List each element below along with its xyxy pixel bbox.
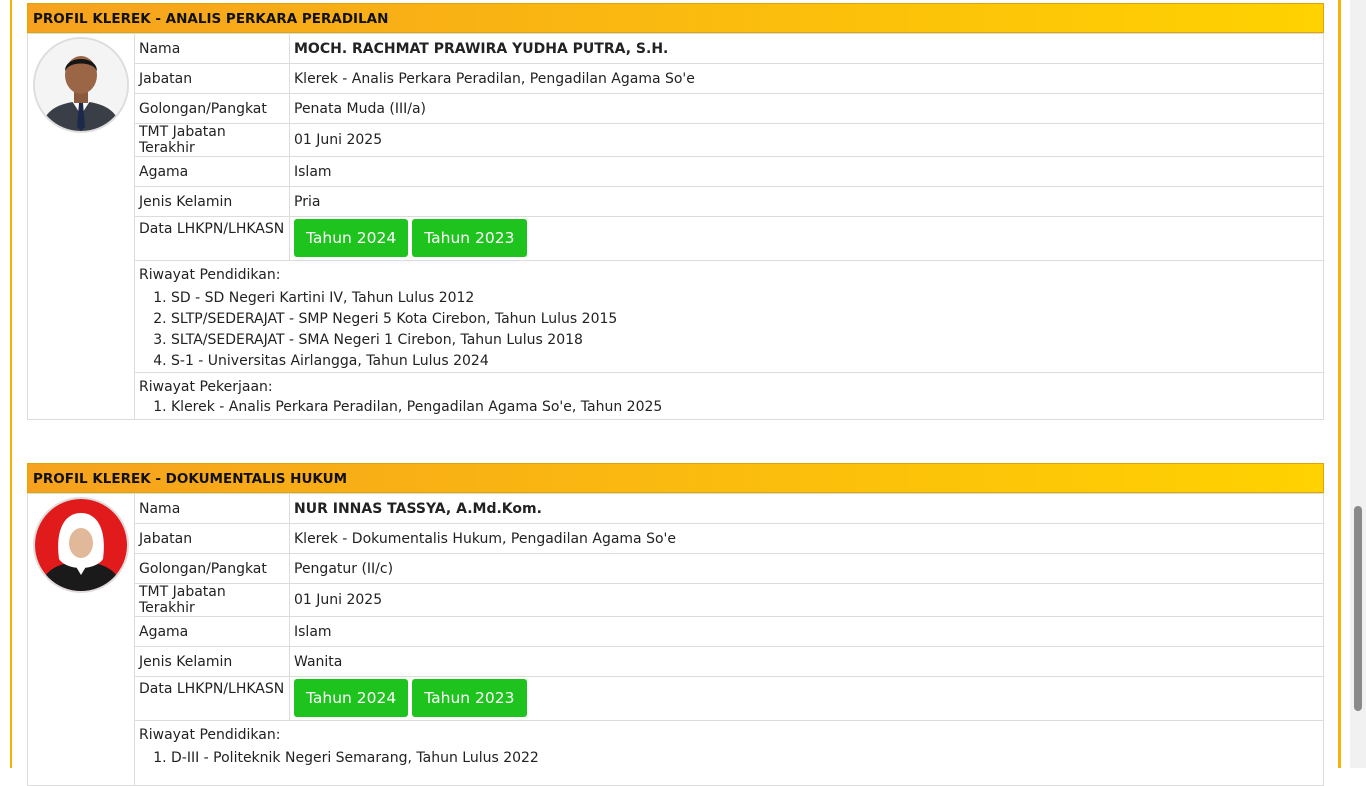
row-golongan: Golongan/Pangkat Penata Muda (III/a) xyxy=(28,93,1324,124)
list-item: SLTP/SEDERAJAT - SMP Negeri 5 Kota Cireb… xyxy=(171,309,1319,330)
label-jenis-kelamin: Jenis Kelamin xyxy=(134,186,290,217)
row-tmt: TMT Jabatan Terakhir 01 Juni 2025 xyxy=(28,583,1324,617)
label-agama: Agama xyxy=(134,616,290,647)
row-lhkpn: Data LHKPN/LHKASN Tahun 2024 Tahun 2023 xyxy=(28,216,1324,261)
list-item: D-III - Politeknik Negeri Semarang, Tahu… xyxy=(171,748,1319,769)
label-golongan: Golongan/Pangkat xyxy=(134,553,290,584)
row-pendidikan: Riwayat Pendidikan: D-III - Politeknik N… xyxy=(28,720,1324,786)
profile-header: PROFIL KLEREK - ANALIS PERKARA PERADILAN xyxy=(27,3,1324,33)
lhkpn-2024-button[interactable]: Tahun 2024 xyxy=(294,679,409,717)
row-agama: Agama Islam xyxy=(28,156,1324,187)
page-frame-left xyxy=(10,0,12,768)
label-agama: Agama xyxy=(134,156,290,187)
value-tmt: 01 Juni 2025 xyxy=(289,123,1324,157)
row-jenis-kelamin: Jenis Kelamin Wanita xyxy=(28,646,1324,677)
photo-cell xyxy=(27,33,135,420)
lhkpn-buttons: Tahun 2024 Tahun 2023 xyxy=(289,216,1324,261)
pendidikan-cell: Riwayat Pendidikan: SD - SD Negeri Karti… xyxy=(134,260,1324,373)
pendidikan-cell: Riwayat Pendidikan: D-III - Politeknik N… xyxy=(134,720,1324,786)
lhkpn-buttons: Tahun 2024 Tahun 2023 xyxy=(289,676,1324,721)
list-item: SLTA/SEDERAJAT - SMA Negeri 1 Cirebon, T… xyxy=(171,330,1319,351)
row-nama: Nama NUR INNAS TASSYA, A.Md.Kom. xyxy=(27,493,1324,786)
lhkpn-2023-button[interactable]: Tahun 2023 xyxy=(412,679,527,717)
pendidikan-title: Riwayat Pendidikan: xyxy=(139,267,281,283)
scrollbar-thumb[interactable] xyxy=(1354,506,1362,711)
row-nama: Nama MOCH. RACHMAT PRAWIRA YUDHA PUTRA, … xyxy=(27,33,1324,420)
person-photo-male-icon xyxy=(33,37,129,133)
pendidikan-list: D-III - Politeknik Negeri Semarang, Tahu… xyxy=(139,748,1319,769)
row-lhkpn: Data LHKPN/LHKASN Tahun 2024 Tahun 2023 xyxy=(28,676,1324,721)
label-jabatan: Jabatan xyxy=(134,63,290,94)
value-golongan: Pengatur (II/c) xyxy=(289,553,1324,584)
value-jabatan: Klerek - Dokumentalis Hukum, Pengadilan … xyxy=(289,523,1324,554)
label-tmt: TMT Jabatan Terakhir xyxy=(134,123,290,157)
pekerjaan-title: Riwayat Pekerjaan: xyxy=(139,379,273,395)
label-lhkpn: Data LHKPN/LHKASN xyxy=(134,216,290,261)
row-pendidikan: Riwayat Pendidikan: SD - SD Negeri Karti… xyxy=(28,260,1324,373)
list-item: SD - SD Negeri Kartini IV, Tahun Lulus 2… xyxy=(171,288,1319,309)
row-tmt: TMT Jabatan Terakhir 01 Juni 2025 xyxy=(28,123,1324,157)
label-jenis-kelamin: Jenis Kelamin xyxy=(134,646,290,677)
lhkpn-2023-button[interactable]: Tahun 2023 xyxy=(412,219,527,257)
value-jenis-kelamin: Wanita xyxy=(289,646,1324,677)
row-pekerjaan: Riwayat Pekerjaan: Klerek - Analis Perka… xyxy=(28,372,1324,420)
value-tmt: 01 Juni 2025 xyxy=(289,583,1324,617)
row-agama: Agama Islam xyxy=(28,616,1324,647)
pendidikan-title: Riwayat Pendidikan: xyxy=(139,727,281,743)
value-jabatan: Klerek - Analis Perkara Peradilan, Penga… xyxy=(289,63,1324,94)
list-item: S-1 - Universitas Airlangga, Tahun Lulus… xyxy=(171,351,1319,372)
label-tmt: TMT Jabatan Terakhir xyxy=(134,583,290,617)
label-jabatan: Jabatan xyxy=(134,523,290,554)
list-item: Klerek - Analis Perkara Peradilan, Penga… xyxy=(171,397,1319,418)
person-photo-female-icon xyxy=(33,497,129,593)
page-frame-right xyxy=(1338,0,1341,768)
label-nama: Nama xyxy=(134,33,290,64)
value-nama: MOCH. RACHMAT PRAWIRA YUDHA PUTRA, S.H. xyxy=(289,33,1324,64)
row-golongan: Golongan/Pangkat Pengatur (II/c) xyxy=(28,553,1324,584)
label-golongan: Golongan/Pangkat xyxy=(134,93,290,124)
value-jenis-kelamin: Pria xyxy=(289,186,1324,217)
row-jabatan: Jabatan Klerek - Analis Perkara Peradila… xyxy=(28,63,1324,94)
value-golongan: Penata Muda (III/a) xyxy=(289,93,1324,124)
profile-card-dokumentalis: PROFIL KLEREK - DOKUMENTALIS HUKUM Nama … xyxy=(27,463,1324,786)
pendidikan-list: SD - SD Negeri Kartini IV, Tahun Lulus 2… xyxy=(139,288,1319,372)
photo-cell xyxy=(27,493,135,786)
value-agama: Islam xyxy=(289,156,1324,187)
value-nama: NUR INNAS TASSYA, A.Md.Kom. xyxy=(289,493,1324,524)
profile-card-analis: PROFIL KLEREK - ANALIS PERKARA PERADILAN xyxy=(27,3,1324,420)
profile-table: Nama MOCH. RACHMAT PRAWIRA YUDHA PUTRA, … xyxy=(27,33,1324,420)
profile-header: PROFIL KLEREK - DOKUMENTALIS HUKUM xyxy=(27,463,1324,493)
pekerjaan-list: Klerek - Analis Perkara Peradilan, Penga… xyxy=(139,397,1319,418)
value-agama: Islam xyxy=(289,616,1324,647)
profile-table: Nama NUR INNAS TASSYA, A.Md.Kom. Jabatan… xyxy=(27,493,1324,786)
label-lhkpn: Data LHKPN/LHKASN xyxy=(134,676,290,721)
label-nama: Nama xyxy=(134,493,290,524)
row-jenis-kelamin: Jenis Kelamin Pria xyxy=(28,186,1324,217)
pekerjaan-cell: Riwayat Pekerjaan: Klerek - Analis Perka… xyxy=(134,372,1324,420)
lhkpn-2024-button[interactable]: Tahun 2024 xyxy=(294,219,409,257)
row-jabatan: Jabatan Klerek - Dokumentalis Hukum, Pen… xyxy=(28,523,1324,554)
